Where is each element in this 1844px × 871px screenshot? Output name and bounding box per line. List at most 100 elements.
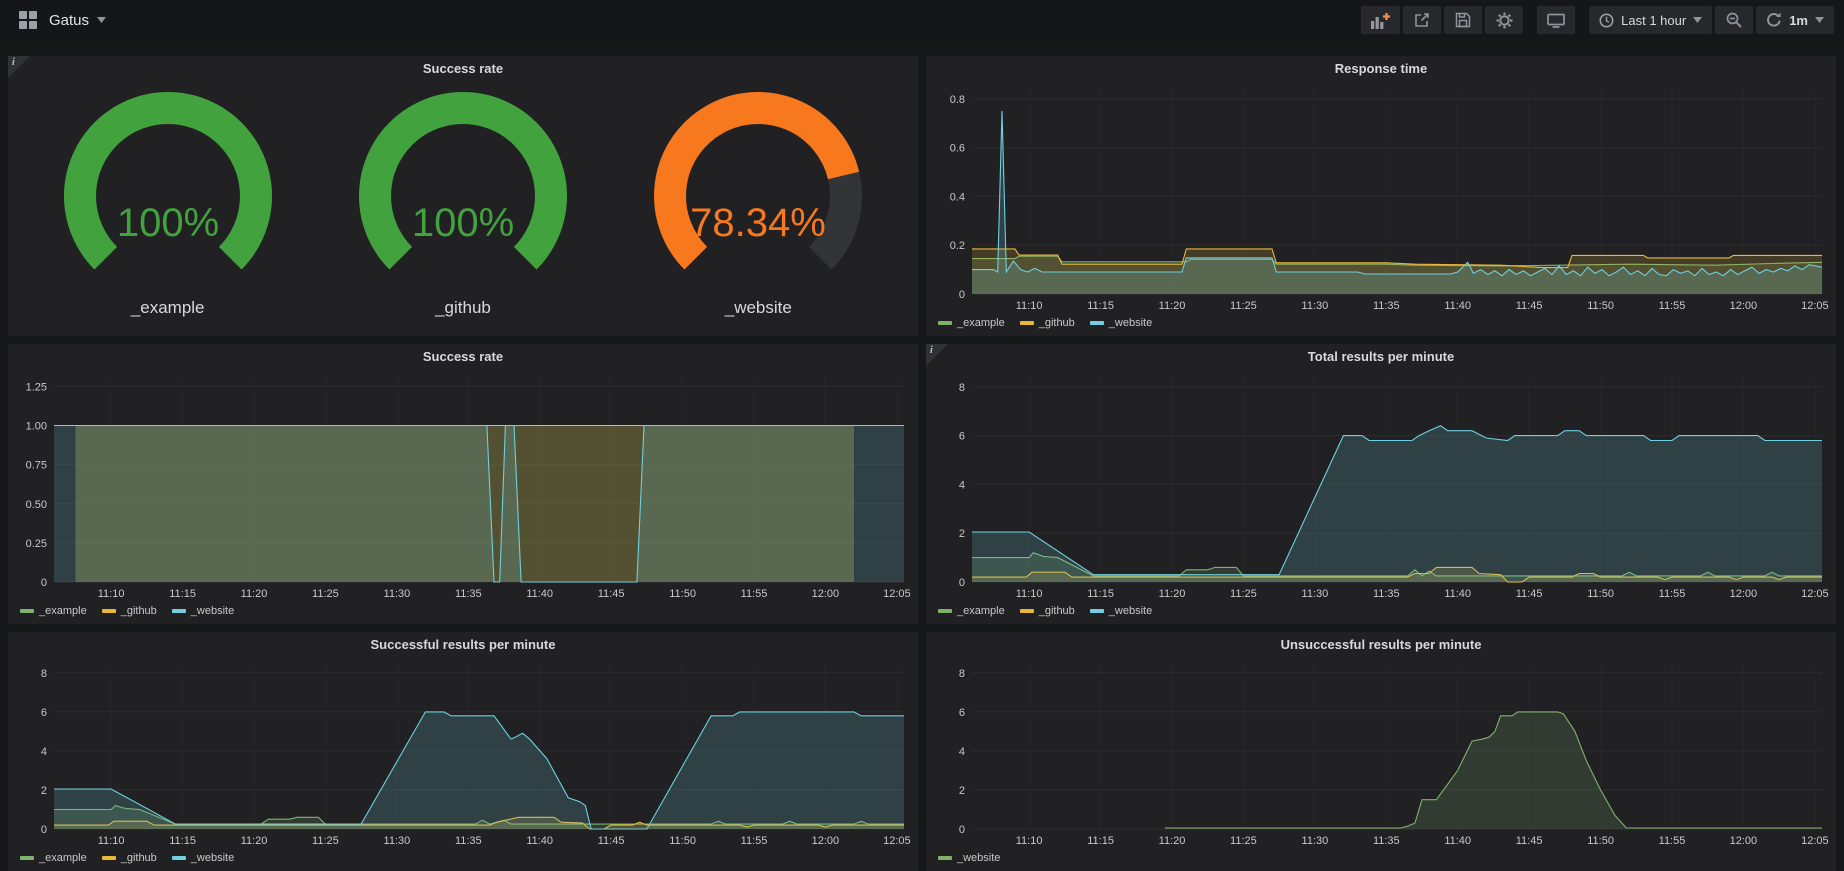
x-tick-label: 11:40	[526, 588, 553, 600]
y-tick-label: 0.8	[950, 94, 965, 106]
time-range-label: Last 1 hour	[1621, 13, 1686, 28]
series-area	[1165, 712, 1822, 829]
caret-down-icon	[97, 17, 106, 23]
chart-plot[interactable]: 11:1011:1511:2011:2511:3011:3511:4011:45…	[8, 657, 918, 849]
chart-area[interactable]: 11:1011:1511:2011:2511:3011:3511:4011:45…	[926, 81, 1836, 314]
time-range-picker[interactable]: Last 1 hour	[1589, 6, 1712, 34]
search-minus-icon	[1726, 12, 1742, 28]
y-tick-label: 2	[959, 528, 965, 540]
panel-title[interactable]: Successful results per minute	[8, 632, 918, 657]
gauge-figure: 100%	[313, 83, 613, 295]
x-tick-label: 11:20	[241, 588, 268, 600]
x-tick-label: 11:30	[1302, 588, 1329, 600]
x-tick-label: 11:45	[1516, 588, 1543, 600]
x-tick-label: 12:05	[883, 588, 911, 600]
x-tick-label: 11:45	[598, 588, 625, 600]
legend-item[interactable]: _website	[172, 605, 234, 617]
tv-icon	[1547, 12, 1565, 28]
y-tick-label: 0.75	[26, 460, 47, 472]
x-tick-label: 12:05	[883, 835, 911, 847]
chart-legend: _example _github _website	[8, 849, 918, 871]
legend-swatch	[938, 856, 952, 860]
x-tick-label: 12:05	[1801, 300, 1829, 312]
add-panel-button[interactable]	[1361, 6, 1400, 34]
panel-title[interactable]: Total results per minute	[926, 344, 1836, 369]
x-tick-label: 11:10	[1016, 300, 1043, 312]
legend-item[interactable]: _github	[102, 852, 157, 864]
settings-button[interactable]	[1485, 6, 1523, 34]
y-tick-label: 6	[41, 707, 47, 719]
x-tick-label: 11:35	[455, 835, 482, 847]
chart-plot[interactable]: 11:1011:1511:2011:2511:3011:3511:4011:45…	[926, 369, 1836, 602]
y-tick-label: 0.50	[26, 499, 47, 511]
x-tick-label: 11:30	[384, 835, 411, 847]
share-button[interactable]	[1403, 6, 1441, 34]
y-tick-label: 0.4	[950, 191, 965, 203]
legend-item[interactable]: _website	[1090, 317, 1152, 329]
chart-area[interactable]: 11:1011:1511:2011:2511:3011:3511:4011:45…	[8, 369, 918, 602]
tv-mode-button[interactable]	[1537, 6, 1575, 34]
legend-label: _github	[1039, 317, 1075, 329]
x-tick-label: 11:20	[1159, 300, 1186, 312]
panel-title[interactable]: Unsuccessful results per minute	[926, 632, 1836, 657]
legend-label: _example	[957, 605, 1005, 617]
legend-item[interactable]: _example	[20, 605, 87, 617]
chart-area[interactable]: 11:1011:1511:2011:2511:3011:3511:4011:45…	[8, 657, 918, 849]
gauge-value: 100%	[117, 201, 219, 245]
x-tick-label: 11:50	[1587, 588, 1614, 600]
panel-title[interactable]: Success rate	[8, 56, 918, 81]
save-button[interactable]	[1444, 6, 1482, 34]
chart-plot[interactable]: 11:1011:1511:2011:2511:3011:3511:4011:45…	[926, 657, 1836, 849]
legend-label: _website	[191, 605, 234, 617]
legend-swatch	[102, 856, 116, 860]
gauge: 78.34%	[608, 83, 908, 295]
legend-swatch	[938, 609, 952, 613]
y-tick-label: 0.6	[950, 143, 965, 155]
dashboard-title-dropdown[interactable]: Gatus	[49, 12, 106, 29]
y-tick-label: 2	[959, 785, 965, 797]
y-tick-label: 2	[41, 785, 47, 797]
legend-item[interactable]: _example	[938, 605, 1005, 617]
legend-swatch	[172, 856, 186, 860]
x-tick-label: 12:05	[1801, 835, 1829, 847]
series-area	[54, 712, 904, 829]
legend-item[interactable]: _website	[172, 852, 234, 864]
panel-title[interactable]: Response time	[926, 56, 1836, 81]
legend-label: _github	[121, 852, 157, 864]
series-area	[972, 426, 1822, 582]
legend-item[interactable]: _example	[20, 852, 87, 864]
gear-icon	[1496, 12, 1513, 29]
panel-response-time: Response time 11:1011:1511:2011:2511:301…	[926, 56, 1836, 336]
gauge-figure: 100%	[18, 83, 318, 295]
legend-item[interactable]: _website	[938, 852, 1000, 864]
y-tick-label: 0	[41, 577, 47, 589]
chart-area[interactable]: 11:1011:1511:2011:2511:3011:3511:4011:45…	[926, 369, 1836, 602]
legend-item[interactable]: _github	[1020, 317, 1075, 329]
zoom-out-button[interactable]	[1715, 6, 1753, 34]
legend-item[interactable]: _website	[1090, 605, 1152, 617]
x-tick-label: 11:40	[1444, 300, 1471, 312]
gauge-example: 100% _example	[21, 83, 313, 330]
navbar-actions: Last 1 hour 1m	[1358, 6, 1834, 34]
legend-swatch	[20, 856, 34, 860]
chart-plot[interactable]: 11:1011:1511:2011:2511:3011:3511:4011:45…	[926, 81, 1836, 314]
refresh-button[interactable]: 1m	[1756, 6, 1834, 34]
info-icon: i	[930, 345, 933, 356]
chart-legend: _example _github _website	[926, 314, 1836, 336]
legend-item[interactable]: _github	[102, 605, 157, 617]
gauge: 100%	[313, 83, 613, 295]
legend-label: _website	[1109, 605, 1152, 617]
chart-plot[interactable]: 11:1011:1511:2011:2511:3011:3511:4011:45…	[8, 369, 918, 602]
legend-item[interactable]: _github	[1020, 605, 1075, 617]
y-tick-label: 0	[959, 289, 965, 301]
x-tick-label: 12:00	[812, 835, 840, 847]
legend-label: _website	[1109, 317, 1152, 329]
gauges-row: 100% _example 100% _github 78.34% _websi…	[8, 81, 918, 336]
legend-swatch	[938, 321, 952, 325]
x-tick-label: 11:55	[1659, 835, 1686, 847]
panel-total-results: i Total results per minute 11:1011:1511:…	[926, 344, 1836, 624]
legend-item[interactable]: _example	[938, 317, 1005, 329]
panel-title[interactable]: Success rate	[8, 344, 918, 369]
grid-icon[interactable]	[18, 10, 38, 30]
chart-area[interactable]: 11:1011:1511:2011:2511:3011:3511:4011:45…	[926, 657, 1836, 849]
